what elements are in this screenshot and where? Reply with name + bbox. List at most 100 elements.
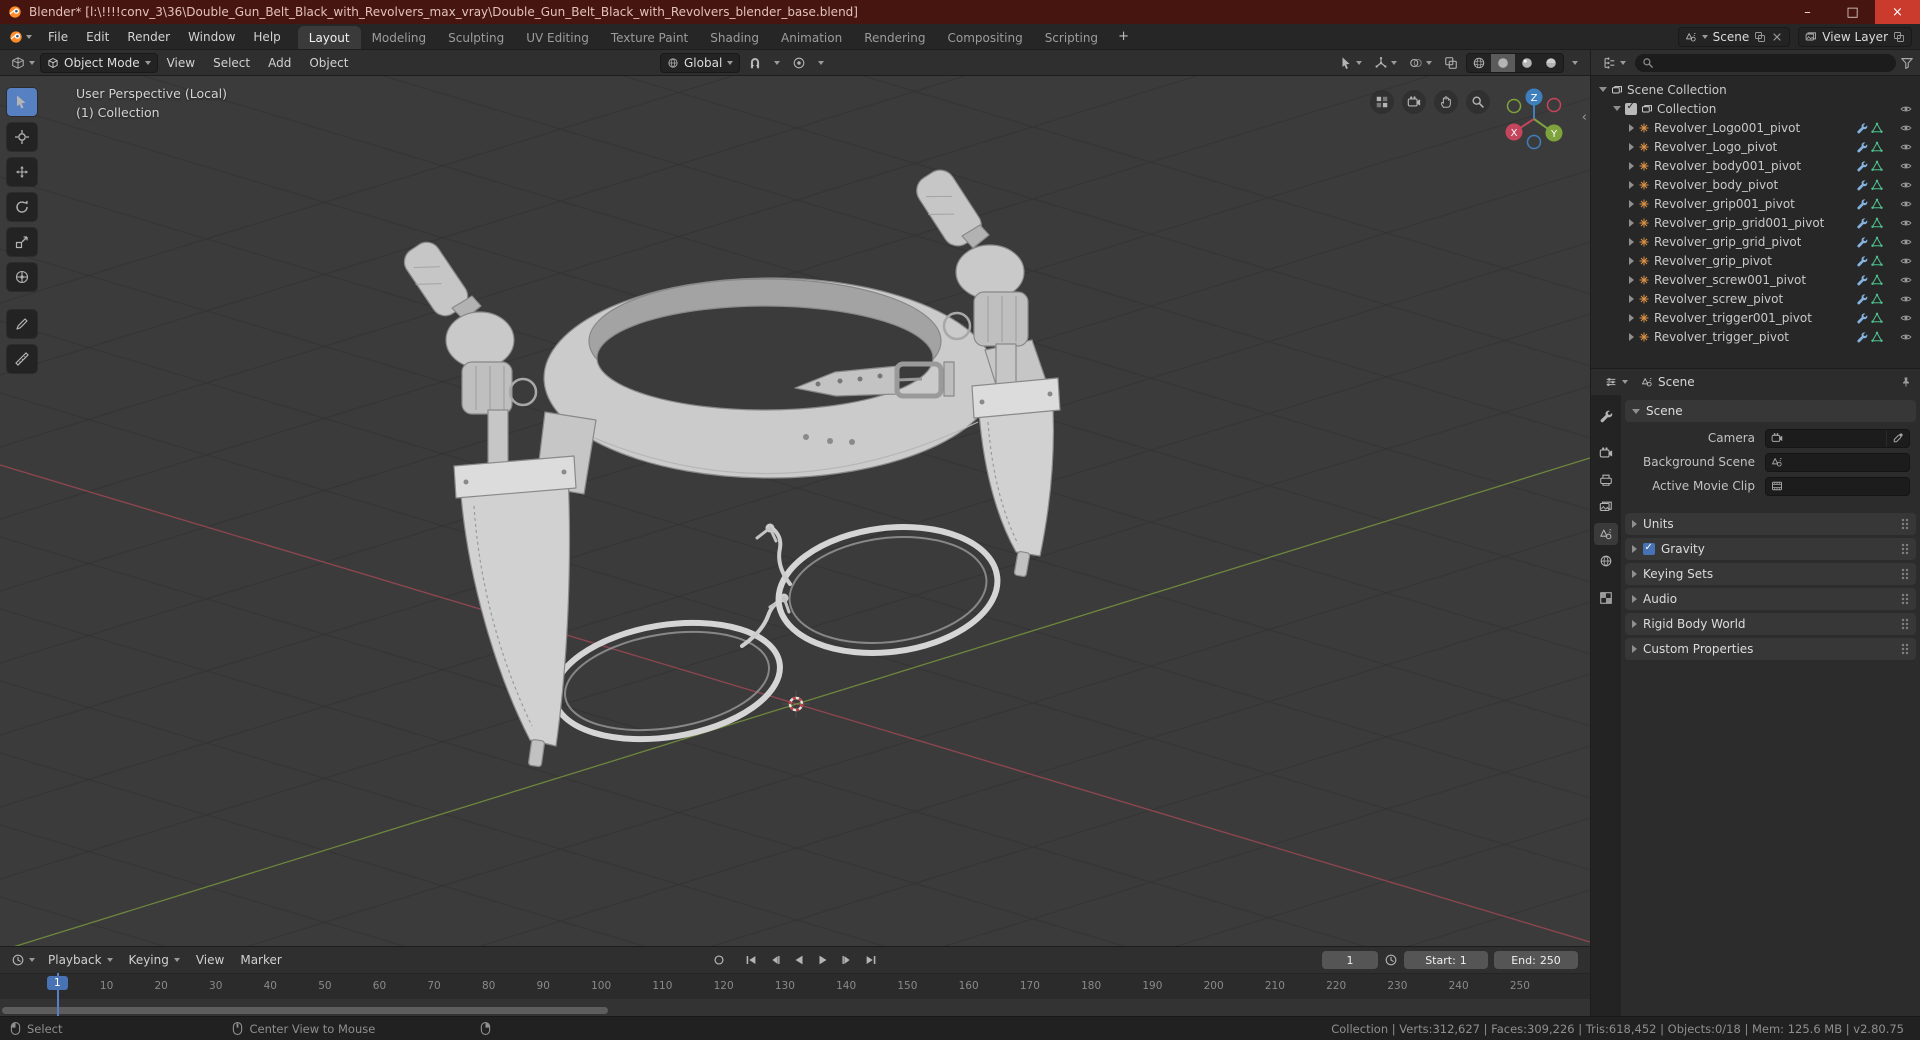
- modifier-wrench-icon[interactable]: [1856, 293, 1868, 305]
- hide-toggle-eye-icon[interactable]: [1900, 198, 1912, 210]
- mesh-data-icon[interactable]: [1871, 217, 1883, 229]
- playhead-badge[interactable]: 1: [47, 976, 68, 990]
- viewport-menu-item[interactable]: Add: [259, 56, 300, 70]
- hide-toggle-eye-icon[interactable]: [1900, 331, 1912, 343]
- modifier-wrench-icon[interactable]: [1856, 274, 1868, 286]
- modifier-wrench-icon[interactable]: [1856, 160, 1868, 172]
- workspace-tab[interactable]: Shading: [699, 26, 770, 49]
- snap-options-button[interactable]: [770, 53, 784, 73]
- proportional-editing-button[interactable]: [788, 53, 810, 73]
- hide-toggle-eye-icon[interactable]: [1900, 255, 1912, 267]
- workspace-tab[interactable]: Animation: [770, 26, 853, 49]
- disclosure-arrow-icon[interactable]: [1629, 142, 1634, 151]
- xray-toggle-button[interactable]: [1440, 53, 1462, 73]
- collapsed-panel-header[interactable]: Audio: [1625, 588, 1916, 610]
- pan-view-button[interactable]: [1434, 90, 1458, 114]
- solid-shading-button[interactable]: [1491, 53, 1515, 72]
- disclosure-arrow-icon[interactable]: [1629, 332, 1634, 341]
- drag-handle-icon[interactable]: [1901, 618, 1909, 630]
- camera-field[interactable]: [1765, 428, 1910, 448]
- workspace-tab[interactable]: Scripting: [1034, 26, 1109, 49]
- frame-end-field[interactable]: End: 250: [1494, 951, 1578, 969]
- modifier-wrench-icon[interactable]: [1856, 217, 1868, 229]
- outliner-object-row[interactable]: Revolver_body001_pivot: [1591, 156, 1920, 175]
- modifier-wrench-icon[interactable]: [1856, 141, 1868, 153]
- snap-toggle-button[interactable]: [744, 53, 766, 73]
- collapsed-panel-header[interactable]: Units: [1625, 513, 1916, 535]
- timeline-menu-item[interactable]: Playback: [40, 953, 121, 967]
- active-movie-clip-field[interactable]: [1765, 476, 1910, 496]
- measure-tool-button[interactable]: [7, 345, 37, 373]
- disclosure-arrow-icon[interactable]: [1629, 275, 1634, 284]
- modifier-wrench-icon[interactable]: [1856, 312, 1868, 324]
- wireframe-shading-button[interactable]: [1467, 54, 1491, 72]
- new-scene-icon[interactable]: [1754, 31, 1766, 43]
- sidebar-toggle[interactable]: ‹: [1582, 110, 1587, 125]
- use-preview-range-button[interactable]: [1384, 953, 1398, 967]
- neg-z-axis-handle[interactable]: [1526, 134, 1542, 150]
- disclosure-arrow-icon[interactable]: [1613, 106, 1621, 111]
- hide-toggle-eye-icon[interactable]: [1900, 236, 1912, 248]
- timeline-menu-item[interactable]: Keying: [121, 953, 188, 967]
- hide-toggle-eye-icon[interactable]: [1900, 274, 1912, 286]
- properties-tab-scene[interactable]: [1594, 523, 1618, 545]
- workspace-tab[interactable]: Rendering: [853, 26, 936, 49]
- collapsed-panel-header[interactable]: Custom Properties: [1625, 638, 1916, 660]
- gizmos-toggle-button[interactable]: [1370, 53, 1401, 73]
- outliner-search-input[interactable]: [1658, 56, 1889, 69]
- timeline-menu-item[interactable]: Marker: [232, 953, 289, 967]
- menu-item[interactable]: Render: [118, 24, 179, 49]
- pin-button[interactable]: [1900, 376, 1912, 388]
- drag-handle-icon[interactable]: [1901, 593, 1909, 605]
- add-workspace-button[interactable]: +: [1109, 24, 1138, 49]
- hide-toggle-eye-icon[interactable]: [1900, 312, 1912, 324]
- mesh-data-icon[interactable]: [1871, 122, 1883, 134]
- cursor-tool-button[interactable]: [7, 123, 37, 151]
- drag-handle-icon[interactable]: [1901, 643, 1909, 655]
- workspace-tab[interactable]: UV Editing: [515, 26, 600, 49]
- properties-tab-texture[interactable]: [1594, 587, 1618, 609]
- blender-app-menu-button[interactable]: [2, 24, 39, 49]
- modifier-wrench-icon[interactable]: [1856, 236, 1868, 248]
- minimize-button[interactable]: –: [1785, 0, 1830, 24]
- collapsed-panel-header[interactable]: Keying Sets: [1625, 563, 1916, 585]
- mesh-data-icon[interactable]: [1871, 236, 1883, 248]
- disclosure-arrow-icon[interactable]: [1599, 87, 1607, 92]
- hide-toggle-eye-icon[interactable]: [1900, 141, 1912, 153]
- menu-item[interactable]: Edit: [77, 24, 118, 49]
- material-shading-button[interactable]: [1515, 54, 1539, 72]
- mesh-data-icon[interactable]: [1871, 274, 1883, 286]
- workspace-tab[interactable]: Layout: [297, 26, 361, 49]
- timeline-tracks[interactable]: [0, 999, 1590, 1016]
- outliner-editor-type-button[interactable]: [1597, 53, 1631, 73]
- properties-tab-view-layer[interactable]: [1594, 496, 1618, 518]
- outliner-object-row[interactable]: Revolver_grip_grid001_pivot: [1591, 213, 1920, 232]
- navigation-gizmo[interactable]: Z X Y: [1500, 84, 1568, 152]
- collection-checkbox[interactable]: [1625, 101, 1637, 115]
- scale-tool-button[interactable]: [7, 228, 37, 256]
- mesh-data-icon[interactable]: [1871, 293, 1883, 305]
- drag-handle-icon[interactable]: [1901, 568, 1909, 580]
- outliner-row-scene-collection[interactable]: Scene Collection: [1591, 80, 1920, 99]
- collapsed-panel-header[interactable]: Rigid Body World: [1625, 613, 1916, 635]
- timeline-menu-item[interactable]: View: [188, 953, 232, 967]
- outliner-row-collection[interactable]: Collection: [1591, 99, 1920, 118]
- shading-options-button[interactable]: [1568, 53, 1582, 73]
- mesh-data-icon[interactable]: [1871, 179, 1883, 191]
- proportional-options-button[interactable]: [814, 53, 828, 73]
- workspace-tab[interactable]: Modeling: [361, 26, 438, 49]
- play-reverse-button[interactable]: [788, 950, 810, 970]
- outliner-object-row[interactable]: Revolver_body_pivot: [1591, 175, 1920, 194]
- outliner-object-row[interactable]: Revolver_screw001_pivot: [1591, 270, 1920, 289]
- camera-view-button[interactable]: [1402, 90, 1426, 114]
- hide-toggle-eye-icon[interactable]: [1900, 293, 1912, 305]
- outliner-object-row[interactable]: Revolver_trigger_pivot: [1591, 327, 1920, 346]
- eyedropper-button[interactable]: [1886, 429, 1904, 447]
- disclosure-arrow-icon[interactable]: [1629, 180, 1634, 189]
- outliner-object-row[interactable]: Revolver_screw_pivot: [1591, 289, 1920, 308]
- properties-tab-world[interactable]: [1594, 550, 1618, 572]
- mesh-data-icon[interactable]: [1871, 331, 1883, 343]
- viewport-menu-item[interactable]: Object: [300, 56, 357, 70]
- orthographic-toggle-button[interactable]: [1370, 90, 1394, 114]
- jump-to-start-button[interactable]: [740, 950, 762, 970]
